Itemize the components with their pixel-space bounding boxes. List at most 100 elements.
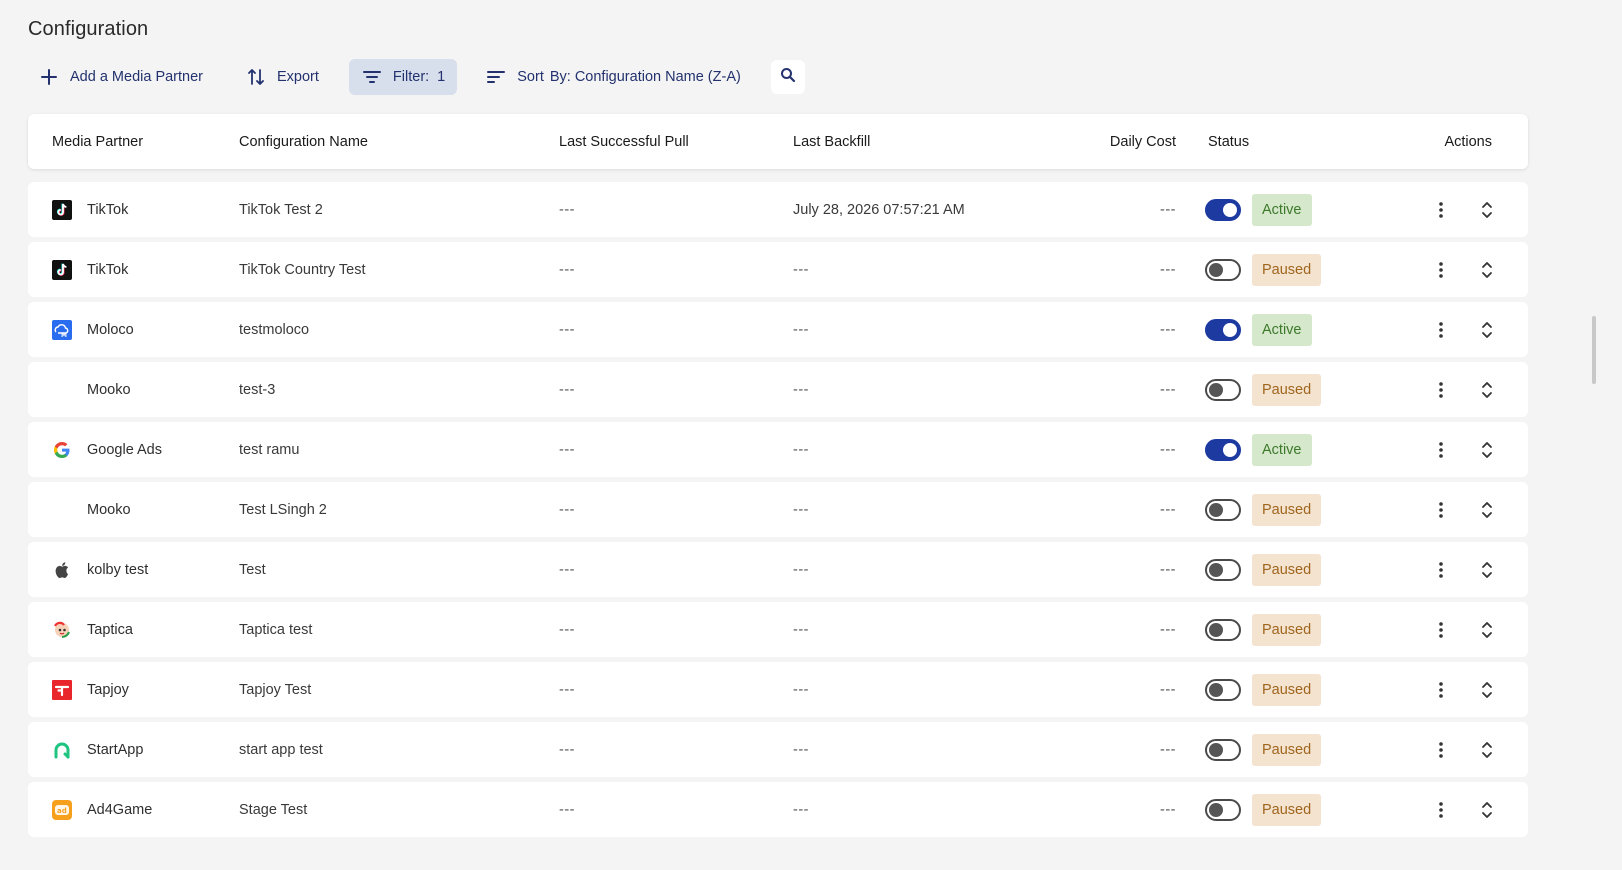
status-toggle[interactable] (1205, 198, 1241, 221)
expand-row-button[interactable] (1477, 242, 1497, 297)
status-toggle[interactable] (1205, 618, 1241, 641)
toolbar: Add a Media Partner Export Filter: 1 Sor… (28, 59, 805, 95)
status-badge: Active (1252, 313, 1312, 346)
sort-prefix: Sort (517, 69, 544, 85)
table-row[interactable]: Tapjoy Tapjoy Test --- --- --- Paused (28, 662, 1528, 717)
chevron-up-down-icon (1482, 801, 1492, 818)
header-last-successful-pull[interactable]: Last Successful Pull (559, 114, 689, 169)
sort-button[interactable]: Sort By: Configuration Name (Z-A) (473, 59, 753, 95)
more-actions-button[interactable] (1433, 722, 1449, 777)
more-actions-button[interactable] (1433, 482, 1449, 537)
table-row[interactable]: Taptica Taptica test --- --- --- Paused (28, 602, 1528, 657)
configuration-name[interactable]: testmoloco (239, 302, 309, 357)
expand-row-button[interactable] (1477, 182, 1497, 237)
table-row[interactable]: M Moloco testmoloco --- --- --- Active (28, 302, 1528, 357)
expand-row-button[interactable] (1477, 782, 1497, 837)
header-last-backfill[interactable]: Last Backfill (793, 114, 870, 169)
last-backfill: --- (793, 321, 809, 338)
configuration-name[interactable]: Tapjoy Test (239, 662, 311, 717)
configuration-name[interactable]: test-3 (239, 362, 275, 417)
expand-row-button[interactable] (1477, 482, 1497, 537)
table-row[interactable]: Mooko Test LSingh 2 --- --- --- Paused (28, 482, 1528, 537)
expand-row-button[interactable] (1477, 422, 1497, 477)
filter-button[interactable]: Filter: 1 (348, 59, 458, 95)
status-toggle[interactable] (1205, 258, 1241, 281)
header-configuration-name[interactable]: Configuration Name (239, 114, 368, 169)
more-actions-button[interactable] (1433, 662, 1449, 717)
ad4game-logo: ad (52, 799, 72, 820)
more-actions-button[interactable] (1433, 542, 1449, 597)
table-row[interactable]: StartApp start app test --- --- --- Paus… (28, 722, 1528, 777)
more-actions-button[interactable] (1433, 302, 1449, 357)
table-row[interactable]: kolby test Test --- --- --- Paused (28, 542, 1528, 597)
configuration-name[interactable]: start app test (239, 722, 323, 777)
configuration-name[interactable]: test ramu (239, 422, 299, 477)
configuration-table: Media Partner Configuration Name Last Su… (28, 114, 1528, 842)
status-toggle[interactable] (1205, 558, 1241, 581)
last-successful-pull: --- (559, 261, 575, 278)
header-media-partner[interactable]: Media Partner (52, 114, 143, 169)
daily-cost: --- (1160, 561, 1176, 578)
daily-cost: --- (1160, 621, 1176, 638)
status-toggle[interactable] (1205, 678, 1241, 701)
chevron-up-down-icon (1482, 381, 1492, 398)
media-partner-cell: Taptica (52, 602, 133, 657)
media-partner-name: StartApp (87, 741, 144, 758)
chevron-up-down-icon (1482, 321, 1492, 338)
last-backfill: --- (793, 261, 809, 278)
more-actions-button[interactable] (1433, 242, 1449, 297)
filter-label: Filter: (392, 69, 430, 85)
table-row[interactable]: ad Ad4Game Stage Test --- --- --- Paused (28, 782, 1528, 837)
configuration-name[interactable]: Taptica test (239, 602, 312, 657)
more-actions-button[interactable] (1433, 182, 1449, 237)
configuration-name[interactable]: Test LSingh 2 (239, 482, 327, 537)
expand-row-button[interactable] (1477, 662, 1497, 717)
status-toggle[interactable] (1205, 498, 1241, 521)
more-actions-button[interactable] (1433, 602, 1449, 657)
google-logo (52, 440, 72, 460)
status-cell: Paused (1205, 242, 1322, 297)
scrollbar-thumb[interactable] (1592, 316, 1596, 384)
status-toggle[interactable] (1205, 798, 1241, 821)
expand-row-button[interactable] (1477, 722, 1497, 777)
status-badge: Paused (1252, 253, 1322, 286)
table-row[interactable]: TikTok TikTok Country Test --- --- --- P… (28, 242, 1528, 297)
expand-row-button[interactable] (1477, 362, 1497, 417)
expand-row-button[interactable] (1477, 542, 1497, 597)
status-toggle[interactable] (1205, 378, 1241, 401)
table-row[interactable]: Mooko test-3 --- --- --- Paused (28, 362, 1528, 417)
configuration-name[interactable]: Test (239, 542, 266, 597)
status-toggle[interactable] (1205, 438, 1241, 461)
table-row[interactable]: Google Ads test ramu --- --- --- Active (28, 422, 1528, 477)
expand-row-button[interactable] (1477, 302, 1497, 357)
configuration-name[interactable]: TikTok Test 2 (239, 182, 323, 237)
more-actions-button[interactable] (1433, 362, 1449, 417)
last-successful-pull: --- (559, 201, 575, 218)
status-badge: Active (1252, 433, 1312, 466)
moloco-logo: M (52, 319, 72, 340)
media-partner-cell: Mooko (52, 362, 131, 417)
table-body: TikTok TikTok Test 2 --- July 28, 2026 0… (28, 182, 1528, 837)
export-button[interactable]: Export (233, 59, 331, 95)
configuration-name[interactable]: Stage Test (239, 782, 307, 837)
header-status[interactable]: Status (1208, 114, 1249, 169)
status-badge: Paused (1252, 373, 1322, 406)
media-partner-name: Moloco (87, 321, 134, 338)
search-button[interactable] (770, 60, 805, 94)
add-media-partner-button[interactable]: Add a Media Partner (28, 59, 215, 95)
chevron-up-down-icon (1482, 501, 1492, 518)
configuration-name[interactable]: TikTok Country Test (239, 242, 366, 297)
last-backfill: --- (793, 741, 809, 758)
last-backfill: --- (793, 381, 809, 398)
status-toggle[interactable] (1205, 318, 1241, 341)
media-partner-cell: Mooko (52, 482, 131, 537)
table-row[interactable]: TikTok TikTok Test 2 --- July 28, 2026 0… (28, 182, 1528, 237)
status-toggle[interactable] (1205, 738, 1241, 761)
last-backfill: --- (793, 621, 809, 638)
filter-icon (361, 66, 383, 88)
more-actions-button[interactable] (1433, 422, 1449, 477)
media-partner-cell: TikTok (52, 182, 128, 237)
header-daily-cost[interactable]: Daily Cost (1110, 114, 1176, 169)
more-actions-button[interactable] (1433, 782, 1449, 837)
expand-row-button[interactable] (1477, 602, 1497, 657)
